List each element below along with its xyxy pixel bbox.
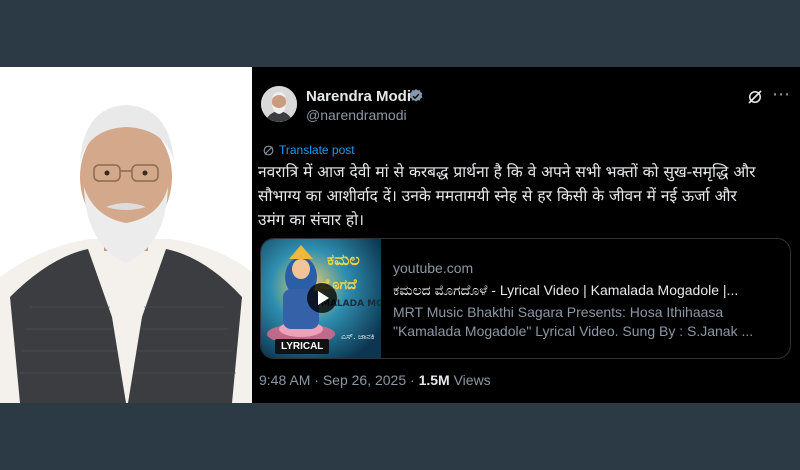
tweet-text: नवरात्रि में आज देवी मां से करबद्ध प्रार…	[258, 160, 783, 232]
card-title[interactable]: ಕಮಲದ ಮೊಗದೊಳೆ - Lyrical Video | Kamalada …	[393, 282, 778, 299]
card-description-line: "Kamalada Mogadole" Lyrical Video. Sung …	[393, 323, 754, 339]
play-icon	[318, 291, 329, 305]
translate-post-link[interactable]: Translate post	[262, 143, 355, 157]
card-domain: youtube.com	[393, 260, 474, 276]
tweet-time[interactable]: 9:48 AM	[259, 372, 310, 388]
link-preview-card[interactable]: ಕಮಲ ಮೊಗದೆ MALADA MOG ಎಸ್. ಜಾನಕಿ LYRICAL …	[260, 238, 791, 359]
tweet-date[interactable]: Sep 26, 2025	[323, 372, 406, 388]
play-button[interactable]	[307, 283, 337, 313]
translate-icon	[263, 145, 274, 155]
more-options-icon[interactable]: ⋯	[772, 85, 794, 107]
avatar[interactable]	[261, 86, 297, 122]
meta-separator: ·	[314, 372, 319, 388]
meta-separator: ·	[410, 372, 415, 388]
display-name[interactable]: Narendra Modi	[306, 88, 411, 105]
thumbnail-title-top: ಕಮಲ	[327, 250, 360, 269]
thumbnail-singer: ಎಸ್. ಜಾನಕಿ	[341, 332, 375, 341]
tweet-text-line: नवरात्रि में आज देवी मां से करबद्ध प्रार…	[258, 163, 756, 181]
lyrical-badge: LYRICAL	[275, 339, 330, 354]
grok-icon[interactable]	[746, 88, 764, 106]
card-description-line: MRT Music Bhakthi Sagara Presents: Hosa …	[393, 304, 724, 320]
tweet: Narendra Modi @narendramodi ⋯ Translate …	[252, 67, 800, 403]
verified-badge-icon	[409, 89, 423, 102]
tweet-text-line: सौभाग्य का आशीर्वाद दें। उनके ममतामयी स्…	[258, 187, 737, 205]
handle[interactable]: @narendramodi	[306, 107, 407, 123]
portrait-photo	[0, 67, 252, 403]
views-label: Views	[453, 372, 491, 388]
tweet-text-line: उमंग का संचार हो।	[258, 211, 364, 229]
card-description: MRT Music Bhakthi Sagara Presents: Hosa …	[393, 303, 778, 341]
video-thumbnail[interactable]: ಕಮಲ ಮೊಗದೆ MALADA MOG ಎಸ್. ಜಾನಕಿ LYRICAL	[261, 239, 381, 358]
views-count: 1.5M	[418, 372, 450, 388]
portrait-illustration	[0, 67, 252, 403]
tweet-meta: 9:48 AM · Sep 26, 2025 · 1.5M Views	[259, 372, 491, 388]
translate-post-label[interactable]: Translate post	[279, 143, 355, 157]
